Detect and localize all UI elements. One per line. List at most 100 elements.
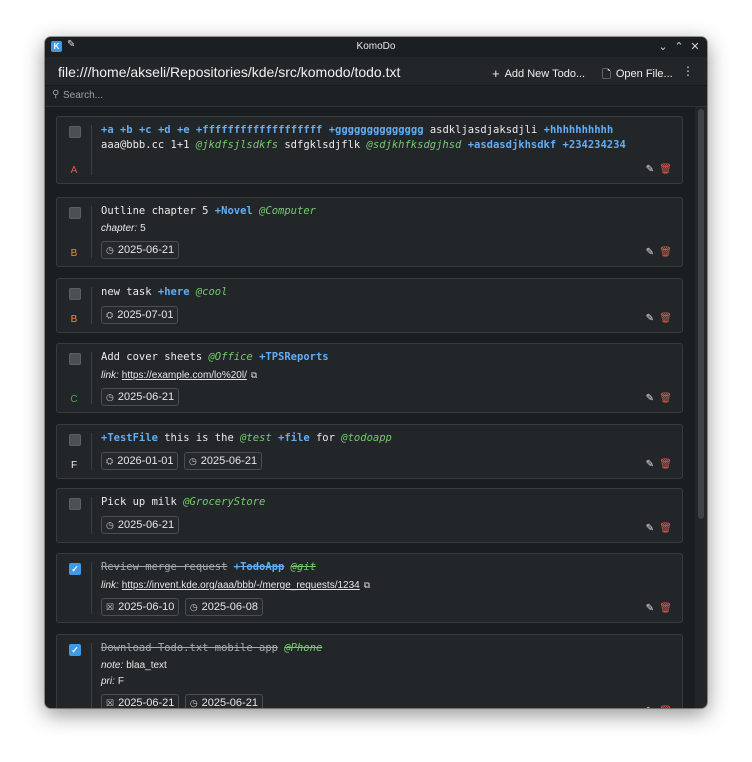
calendar-check-icon: ☒ [106,602,115,612]
todo-checkbox[interactable] [69,498,81,510]
todo-link[interactable]: https://example.com/lo%20l/ [122,370,247,381]
delete-icon[interactable]: 🗑 [659,393,672,404]
todo-text-part: new task [101,286,152,298]
todo-checkbox[interactable] [69,353,81,365]
todo-content: +a +b +c +d +e +fffffffffffffffffff +ggg… [101,123,632,153]
todo-checkbox[interactable] [69,207,81,219]
todo-text: Outline chapter 5 +Novel @Computer [101,204,632,219]
date-chips: ⛭ 2026-01-01 ◷ 2025-06-21 [101,451,632,470]
minimize-icon[interactable]: ⌄ [657,40,669,53]
edit-icon[interactable]: ✎ [646,313,654,324]
date-value: 2025-06-21 [200,455,258,467]
todo-text-part: Download Todo.txt mobile app [101,642,279,654]
app-window: K ✎ KomoDo ⌄ ⌃ ✕ file:///home/akseli/Rep… [45,37,707,708]
clock-icon: ◷ [106,392,114,402]
todo-checkbox[interactable]: ✓ [69,563,81,575]
context-tag: @git [290,561,316,573]
todo-card: C Add cover sheets @Office +TPSReports l… [56,343,683,413]
date-chips: ◷ 2025-06-21 [101,387,632,406]
todo-checkbox[interactable] [69,434,81,446]
delete-icon[interactable]: 🗑 [659,706,672,708]
edit-icon[interactable]: ✎ [646,247,654,258]
project-tag: +c [138,124,152,136]
project-tag: +file [278,432,310,444]
todo-checkbox[interactable] [69,288,81,300]
edit-icon[interactable]: ✎ [646,603,654,614]
todo-checkbox[interactable] [69,126,81,138]
project-tag: +e [176,124,190,136]
date-value: 2026-01-01 [117,455,174,467]
kv-key: link: [101,370,119,381]
delete-icon[interactable]: 🗑 [659,313,672,324]
delete-icon[interactable]: 🗑 [659,164,672,175]
external-link-icon[interactable]: ⧉ [251,370,257,380]
link-row: link: https://invent.kde.org/aaa/bbb/-/me… [101,579,632,592]
todo-text: Review merge request +TodoApp @git [101,560,632,575]
search-input[interactable] [63,88,663,103]
document-icon: 🗋 [602,69,611,81]
creation-date-chip: ◷ 2025-06-21 [183,452,263,470]
edit-icon[interactable]: ✎ [646,706,654,708]
creation-date-chip: ◷ 2025-06-21 [184,694,263,708]
edit-icon[interactable]: ✎ [646,164,654,175]
maximize-icon[interactable]: ⌃ [673,40,685,53]
context-tag: @Phone [284,642,323,654]
card-divider [91,125,92,175]
date-chips: ⛭ 2025-07-01 [101,305,632,324]
add-new-todo-button[interactable]: + Add New Todo... [492,65,585,81]
threshold-icon: ⛭ [106,310,114,320]
calendar-check-icon: ☒ [106,698,115,708]
project-tag: +hhhhhhhhhh [543,124,614,136]
card-divider [91,562,92,614]
card-divider [91,433,92,470]
delete-icon[interactable]: 🗑 [659,247,672,258]
external-link-icon[interactable]: ⧉ [364,580,370,590]
todo-content: Review merge request +TodoApp @git link:… [101,560,632,616]
card-divider [91,287,92,324]
plus-icon: + [492,66,500,81]
edit-icon[interactable]: ✎ [646,523,654,534]
open-file-button[interactable]: 🗋 Open File... [602,65,673,84]
todo-card: B Outline chapter 5 +Novel @Computer cha… [56,197,683,267]
project-tag: +gggggggggggggg [328,124,424,136]
project-tag: +234234234 [562,139,626,151]
clock-icon: ◷ [188,456,197,466]
project-tag: +TPSReports [259,351,329,363]
more-menu-icon[interactable]: ⋮ [682,64,694,78]
todo-text-part: asdkljasdjaksdjli [429,124,538,136]
todo-content: Add cover sheets @Office +TPSReports lin… [101,350,632,406]
delete-icon[interactable]: 🗑 [659,523,672,534]
todo-checkbox[interactable]: ✓ [69,644,81,656]
todo-card: Pick up milk @GroceryStore ◷ 2025-06-21 ✎… [56,488,683,543]
project-tag: +asdasdjkhsdkf [467,139,557,151]
link-row: link: https://example.com/lo%20l/ ⧉ [101,369,632,382]
threshold-date-chip: ⛭ 2025-07-01 [101,306,179,324]
context-tag: @cool [195,286,228,298]
key-value-row: pri: F [101,676,632,688]
todo-text-part: Outline chapter 5 [101,205,209,217]
date-chips: ☒ 2025-06-10 ◷ 2025-06-08 [101,597,632,616]
project-tag: +TodoApp [233,561,285,573]
open-file-label: Open File... [615,68,673,80]
delete-icon[interactable]: 🗑 [659,603,672,614]
date-chips: ☒ 2025-06-21 ◷ 2025-06-21 [101,693,632,708]
priority-label: C [70,394,78,405]
kv-value: F [117,676,125,687]
delete-icon[interactable]: 🗑 [659,459,672,470]
close-icon[interactable]: ✕ [689,40,701,53]
project-tag: +TestFile [101,432,158,444]
completion-date-chip: ☒ 2025-06-21 [101,694,180,708]
edit-icon[interactable]: ✎ [646,393,654,404]
project-tag: +Novel [214,205,253,217]
todo-content: new task +here @cool ⛭ 2025-07-01 [101,285,632,324]
todo-link[interactable]: https://invent.kde.org/aaa/bbb/-/merge_r… [122,580,360,591]
todo-content: Outline chapter 5 +Novel @Computer chapt… [101,204,632,259]
date-value: 2025-06-21 [201,697,258,708]
todo-content: Download Todo.txt mobile app @Phone note… [101,641,632,708]
clock-icon: ◷ [106,245,114,255]
edit-icon[interactable]: ✎ [646,459,654,470]
clock-icon: ◷ [189,602,198,612]
scrollbar[interactable] [698,109,704,519]
date-value: 2025-06-21 [117,519,175,531]
card-divider [91,497,92,534]
